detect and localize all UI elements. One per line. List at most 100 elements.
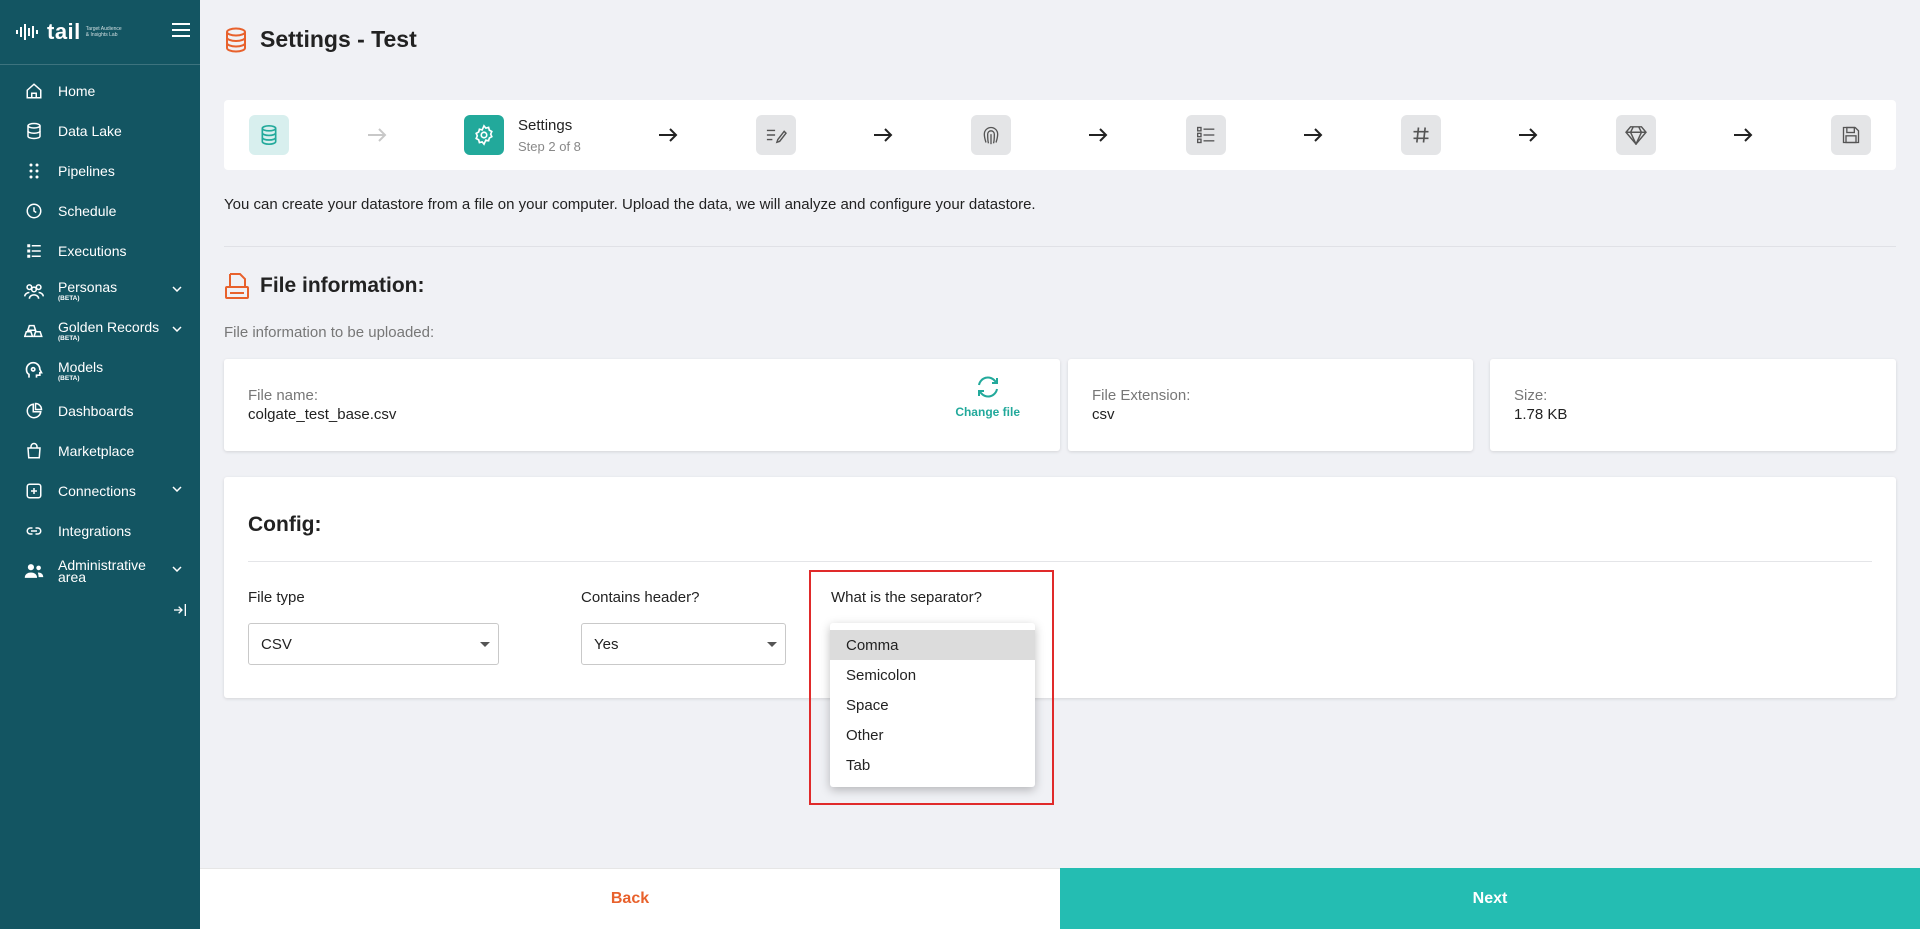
sidebar-item-models[interactable]: Models (BETA) [0, 351, 200, 391]
diamond-icon [1625, 126, 1647, 145]
section-subtitle: File information to be uploaded: [224, 324, 435, 341]
step-2-settings[interactable]: Settings Step 2 of 8 [464, 115, 581, 155]
sidebar-item-label: Golden Records [58, 318, 160, 335]
chevron-down-icon[interactable] [172, 566, 182, 572]
page-header: Settings - Test [224, 26, 417, 53]
logout-icon[interactable] [172, 602, 188, 618]
refresh-icon [977, 376, 998, 398]
contains-header-label: Contains header? [581, 589, 700, 606]
arrow-right-icon [1441, 128, 1616, 142]
file-size-label: Size: [1514, 387, 1548, 404]
step-6-keys[interactable] [1400, 115, 1441, 155]
separator-option-semicolon[interactable]: Semicolon [830, 660, 1035, 690]
file-info-header: File information: [224, 272, 425, 300]
step-3-edit[interactable] [755, 115, 796, 155]
arrow-right-icon [796, 128, 971, 142]
sidebar-item-dashboards[interactable]: Dashboards [0, 391, 200, 431]
separator-option-tab[interactable]: Tab [830, 750, 1035, 780]
step-counter: Step 2 of 8 [518, 138, 581, 154]
wizard-footer: Back Next [200, 868, 1920, 929]
main-content: Settings - Test Settings Step 2 of 8 You… [200, 0, 1920, 929]
file-size-value: 1.78 KB [1514, 406, 1568, 423]
separator-option-space[interactable]: Space [830, 690, 1035, 720]
sidebar-item-label: Models [58, 358, 104, 375]
separator-label: What is the separator? [831, 589, 982, 606]
step-8-save[interactable] [1831, 115, 1871, 155]
save-icon [1842, 126, 1860, 144]
sidebar-item-golden-records[interactable]: Golden Records (BETA) [0, 311, 200, 351]
page-title: Settings - Test [260, 26, 417, 52]
link-icon [24, 521, 44, 541]
dropdown-caret-icon [767, 642, 777, 647]
chevron-down-icon[interactable] [172, 326, 182, 332]
file-type-label: File type [248, 589, 305, 606]
brain-head-icon [24, 361, 44, 381]
sidebar-nav: Home Data Lake Pipelines Schedule Execut… [0, 65, 200, 591]
sidebar-item-administrative-area[interactable]: Administrative area [0, 551, 200, 591]
arrow-right-icon [1656, 128, 1831, 142]
brand-bar: tail Target Audience & Insights Lab [0, 0, 200, 65]
sidebar-item-label: Personas [58, 278, 118, 295]
next-button[interactable]: Next [1060, 868, 1920, 929]
contains-header-value: Yes [594, 635, 619, 653]
chevron-down-icon[interactable] [172, 486, 182, 492]
menu-toggle-icon[interactable] [172, 23, 190, 37]
pie-chart-icon [24, 401, 44, 421]
sidebar-item-pipelines[interactable]: Pipelines [0, 151, 200, 191]
separator-option-other[interactable]: Other [830, 720, 1035, 750]
step-name: Settings [518, 116, 573, 134]
file-type-select[interactable]: CSV [248, 623, 499, 665]
file-size-card: Size: 1.78 KB [1490, 359, 1896, 451]
sidebar: tail Target Audience & Insights Lab Home… [0, 0, 200, 929]
list-icon [24, 241, 44, 261]
file-name-value: colgate_test_base.csv [248, 406, 397, 423]
sidebar-item-integrations[interactable]: Integrations [0, 511, 200, 551]
pipelines-icon [24, 161, 44, 181]
sidebar-item-label: Home [58, 83, 96, 99]
contains-header-select[interactable]: Yes [581, 623, 786, 665]
step-4-identity[interactable] [970, 115, 1011, 155]
sidebar-item-marketplace[interactable]: Marketplace [0, 431, 200, 471]
sidebar-item-personas[interactable]: Personas (BETA) [0, 271, 200, 311]
step-7-quality[interactable] [1615, 115, 1656, 155]
admin-users-icon [24, 561, 44, 581]
separator-option-comma[interactable]: Comma [830, 630, 1035, 660]
back-button[interactable]: Back [200, 868, 1060, 929]
divider [224, 246, 1896, 247]
sidebar-item-label: Dashboards [58, 403, 134, 419]
arrow-right-icon [1226, 128, 1401, 142]
logo-tagline: Target Audience & Insights Lab [85, 26, 122, 38]
sidebar-item-schedule[interactable]: Schedule [0, 191, 200, 231]
change-file-button[interactable]: Change file [955, 375, 1020, 419]
shopping-bag-icon [24, 441, 44, 461]
chevron-down-icon[interactable] [172, 286, 182, 292]
config-title: Config: [248, 513, 322, 536]
file-name-card: File name: colgate_test_base.csv Change … [224, 359, 1060, 451]
section-title: File information: [260, 274, 425, 297]
sidebar-item-label: Pipelines [58, 163, 115, 179]
sidebar-item-label: Integrations [58, 523, 132, 539]
home-icon [24, 81, 44, 101]
sidebar-item-label: Schedule [58, 203, 117, 219]
sidebar-item-home[interactable]: Home [0, 71, 200, 111]
sidebar-item-executions[interactable]: Executions [0, 231, 200, 271]
file-extension-label: File Extension: [1092, 387, 1191, 404]
connections-icon [24, 481, 44, 501]
people-icon [24, 281, 44, 301]
beta-badge: (BETA) [58, 334, 80, 342]
sidebar-item-data-lake[interactable]: Data Lake [0, 111, 200, 151]
sidebar-item-label: Data Lake [58, 123, 122, 139]
step-5-fields[interactable] [1185, 115, 1226, 155]
gold-bars-icon [24, 321, 44, 341]
tail-logo[interactable]: tail Target Audience & Insights Lab [16, 19, 122, 45]
step-1-data-source[interactable] [249, 115, 289, 155]
config-panel: Config: File type CSV Contains header? Y… [224, 477, 1896, 698]
database-icon [261, 125, 277, 146]
database-icon [226, 27, 246, 53]
sidebar-item-label: Executions [58, 243, 127, 259]
file-print-icon [225, 273, 249, 299]
logo-bars-icon [16, 24, 38, 40]
change-file-label: Change file [955, 405, 1020, 419]
sidebar-item-connections[interactable]: Connections [0, 471, 200, 511]
wizard-stepper: Settings Step 2 of 8 [224, 100, 1896, 170]
